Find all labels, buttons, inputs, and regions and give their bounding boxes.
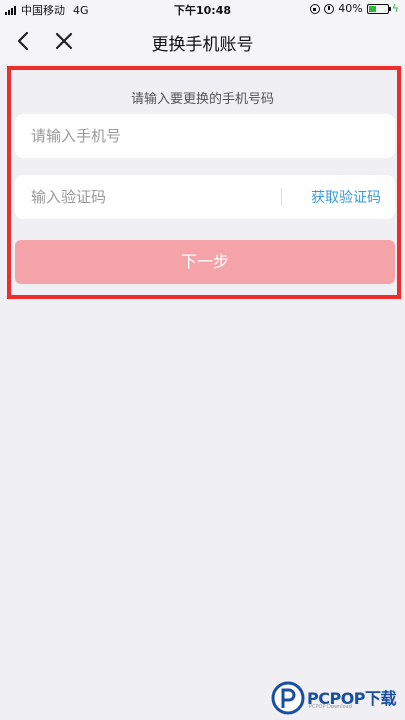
alarm-icon [324, 3, 335, 14]
next-button[interactable]: 下一步 [15, 240, 395, 284]
phone-input[interactable] [15, 114, 375, 158]
charging-icon: ϟ [391, 2, 399, 15]
verification-code-input[interactable] [15, 175, 275, 219]
watermark-subtext: PCPOP Download [309, 704, 352, 710]
battery-percent: 40% [338, 2, 363, 15]
phone-field [15, 114, 395, 158]
status-right: 40% ϟ [310, 2, 399, 15]
watermark: PCPOP下载 PCPOP Download [271, 680, 401, 716]
form-hint: 请输入要更换的手机号码 [130, 92, 274, 107]
nav-bar: 更换手机账号 [0, 18, 405, 64]
pcpop-logo-icon [271, 681, 305, 715]
code-field: 获取验证码 [15, 175, 395, 219]
status-bar: 中国移动 4G 下午10:48 40% ϟ [0, 0, 405, 18]
battery-icon [366, 3, 391, 14]
get-code-button[interactable]: 获取验证码 [311, 187, 381, 207]
field-divider [281, 188, 282, 206]
orientation-lock-icon [310, 3, 321, 14]
page-title: 更换手机账号 [151, 35, 254, 55]
